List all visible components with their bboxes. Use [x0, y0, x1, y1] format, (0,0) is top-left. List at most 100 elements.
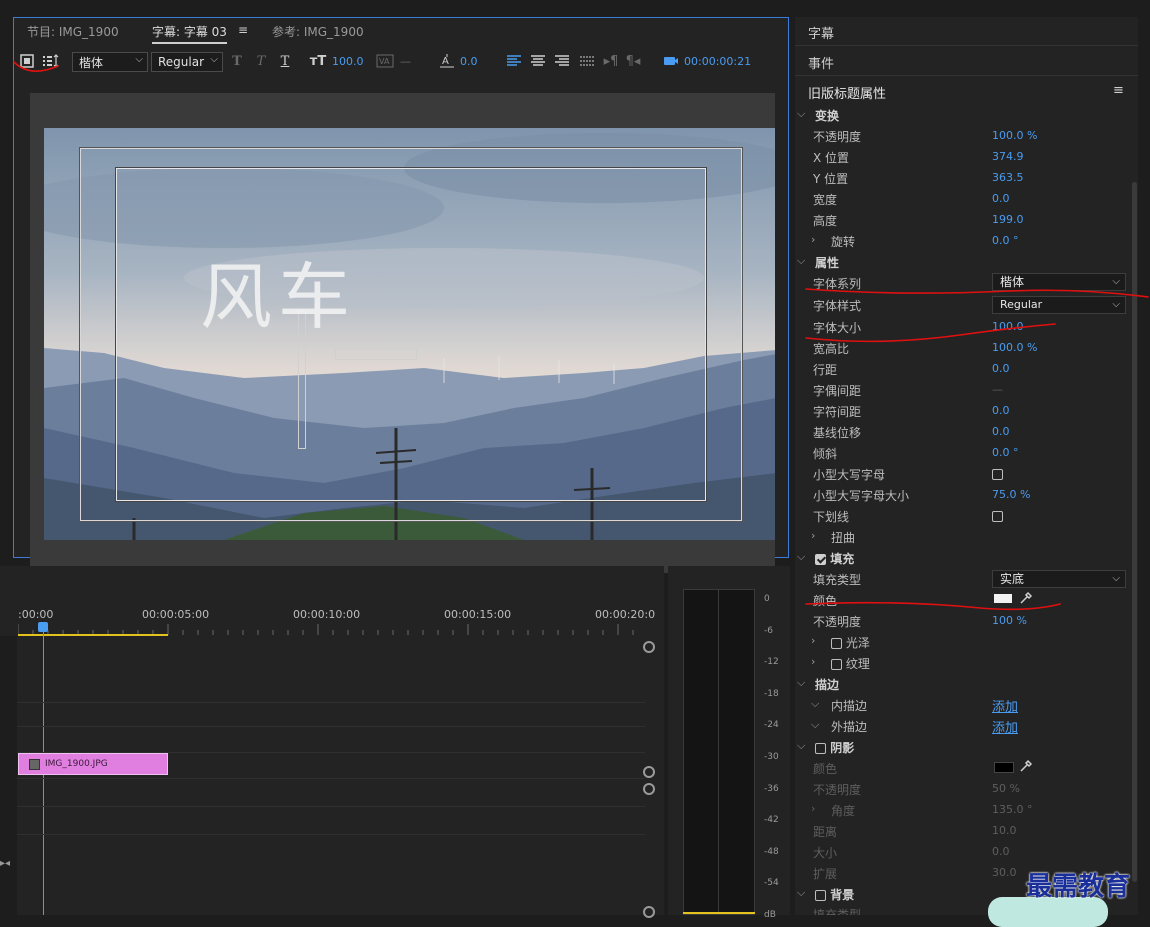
prop-y-position: Y 位置 363.5 — [795, 167, 1138, 188]
prop-label: 大小 — [813, 846, 838, 860]
baseline-value[interactable]: 0.0 — [460, 55, 478, 75]
playhead-handle[interactable] — [38, 622, 48, 632]
prop-value[interactable]: 0.0 ° — [992, 446, 1019, 459]
prop-shadow-opacity: 不透明度 50 % — [795, 778, 1138, 799]
underline-icon[interactable]: T — [276, 52, 294, 70]
sheen-checkbox[interactable] — [831, 638, 842, 649]
prop-sheen[interactable]: › 光泽 — [795, 631, 1138, 652]
title-canvas[interactable]: 风车 — [30, 93, 775, 573]
align-left-icon[interactable] — [505, 52, 523, 70]
prop-value[interactable]: 100 % — [992, 614, 1027, 627]
align-right-icon[interactable] — [553, 52, 571, 70]
italic-icon[interactable]: T — [252, 52, 270, 70]
font-family-dropdown[interactable]: 楷体 ⌵ — [992, 273, 1126, 291]
prop-fill-color: 颜色 — [795, 589, 1138, 610]
prop-value[interactable]: 100.0 % — [992, 341, 1037, 354]
tab-reference[interactable]: 参考: IMG_1900 — [272, 23, 364, 40]
section-attributes[interactable]: ⌵ 属性 — [795, 251, 1138, 272]
fill-type-dropdown[interactable]: 实底 ⌵ — [992, 570, 1126, 588]
prop-distort[interactable]: › 扭曲 — [795, 526, 1138, 547]
prop-rotation[interactable]: › 旋转 0.0 ° — [795, 230, 1138, 251]
font-style-dropdown[interactable]: Regular ⌵ — [151, 52, 223, 72]
chevron-down-icon: ⌵ — [797, 550, 806, 563]
prop-label: 下划线 — [813, 510, 850, 524]
prop-value: — — [992, 383, 1003, 396]
timeline-clip[interactable]: IMG_1900.JPG — [18, 753, 168, 775]
shadow-color-swatch[interactable] — [994, 762, 1014, 773]
align-center-icon[interactable] — [529, 52, 547, 70]
prop-value[interactable]: 75.0 % — [992, 488, 1030, 501]
prop-label: 宽高比 — [813, 342, 850, 356]
font-size-value[interactable]: 100.0 — [332, 55, 364, 75]
scroll-handle[interactable] — [643, 766, 655, 778]
font-family-dropdown[interactable]: 楷体 ⌵ — [72, 52, 148, 72]
horizontal-type-icon[interactable] — [18, 52, 36, 70]
prop-value[interactable]: 199.0 — [992, 213, 1024, 226]
prop-value[interactable]: 100.0 % — [992, 129, 1037, 142]
track-divider — [0, 806, 645, 807]
underline-checkbox[interactable] — [992, 511, 1003, 522]
fill-color-swatch[interactable] — [994, 594, 1012, 603]
prop-value: 10.0 — [992, 824, 1017, 837]
prop-value[interactable]: 363.5 — [992, 171, 1024, 184]
font-style-dropdown[interactable]: Regular ⌵ — [992, 296, 1126, 314]
font-size-icon: тT — [309, 53, 327, 69]
section-shadow[interactable]: ⌵ 阴影 — [795, 736, 1138, 757]
tab-stops-icon[interactable] — [578, 52, 596, 70]
background-checkbox[interactable] — [815, 890, 826, 901]
tab-program[interactable]: 节目: IMG_1900 — [27, 23, 119, 40]
timecode-value[interactable]: 00:00:00:21 — [684, 55, 751, 75]
prop-label: 不透明度 — [813, 615, 862, 629]
bold-icon[interactable]: T — [228, 52, 246, 70]
divider — [795, 45, 1138, 46]
panel-title-captions[interactable]: 字幕 — [808, 23, 834, 42]
small-caps-checkbox[interactable] — [992, 469, 1003, 480]
divider — [795, 75, 1138, 76]
chevron-down-icon: ⌵ — [797, 676, 806, 689]
prop-label: 不透明度 — [813, 130, 862, 144]
section-transform[interactable]: ⌵ 变换 — [795, 104, 1138, 125]
properties-scrollbar[interactable] — [1132, 182, 1137, 882]
prop-outer-stroke[interactable]: ⌵ 外描边 添加 — [795, 715, 1138, 736]
prop-value[interactable]: 0.0 — [992, 362, 1010, 375]
prop-texture[interactable]: › 纹理 — [795, 652, 1138, 673]
prop-value[interactable]: 0.0 — [992, 425, 1010, 438]
shadow-checkbox[interactable] — [815, 743, 826, 754]
section-fill[interactable]: ⌵ 填充 — [795, 547, 1138, 568]
paragraph-rtl-icon: ¶◂ — [625, 53, 641, 69]
work-area-bar[interactable] — [18, 634, 168, 636]
add-inner-stroke-link[interactable]: 添加 — [992, 700, 1018, 715]
panel-menu-icon[interactable]: ≡ — [1113, 83, 1124, 98]
prop-value[interactable]: 0.0 — [992, 404, 1010, 417]
prop-value[interactable]: 0.0 — [992, 192, 1010, 205]
text-bounding-box[interactable] — [335, 348, 417, 360]
prop-value[interactable]: 100.0 — [992, 320, 1024, 333]
chevron-right-icon: › — [811, 802, 816, 815]
trim-icon[interactable]: ▸◂ — [0, 858, 10, 869]
panel-title-events[interactable]: 事件 — [808, 53, 834, 72]
db-scale-label: -18 — [764, 688, 779, 699]
prop-value[interactable]: 374.9 — [992, 150, 1024, 163]
section-stroke[interactable]: ⌵ 描边 — [795, 673, 1138, 694]
timecode-label: 00:00:10:00 — [293, 608, 361, 621]
section-label: 阴影 — [830, 741, 855, 755]
prop-value[interactable]: 0.0 ° — [992, 234, 1019, 247]
eyedropper-icon[interactable] — [1019, 759, 1033, 776]
chevron-down-icon: ⌵ — [811, 718, 820, 731]
prop-inner-stroke[interactable]: ⌵ 内描边 添加 — [795, 694, 1138, 715]
texture-checkbox[interactable] — [831, 659, 842, 670]
caption-text[interactable]: 风车 — [200, 238, 356, 343]
tracking-value[interactable]: — — [400, 55, 411, 75]
tab-title[interactable]: 字幕: 字幕 03 — [152, 23, 227, 44]
background-video-icon[interactable] — [662, 52, 680, 70]
add-outer-stroke-link[interactable]: 添加 — [992, 721, 1018, 736]
properties-panel: 字幕 事件 旧版标题属性 ≡ ⌵ 变换 不透明度 100.0 % X 位置 374.… — [795, 17, 1138, 915]
prop-label: 纹理 — [845, 657, 870, 671]
eyedropper-icon[interactable] — [1019, 591, 1033, 608]
panel-menu-icon[interactable]: ≡ — [238, 23, 248, 37]
scroll-handle[interactable] — [643, 641, 655, 653]
scroll-handle[interactable] — [643, 783, 655, 795]
scroll-handle[interactable] — [643, 906, 655, 918]
vertical-type-icon[interactable] — [42, 52, 60, 70]
fill-checkbox[interactable] — [815, 554, 826, 565]
